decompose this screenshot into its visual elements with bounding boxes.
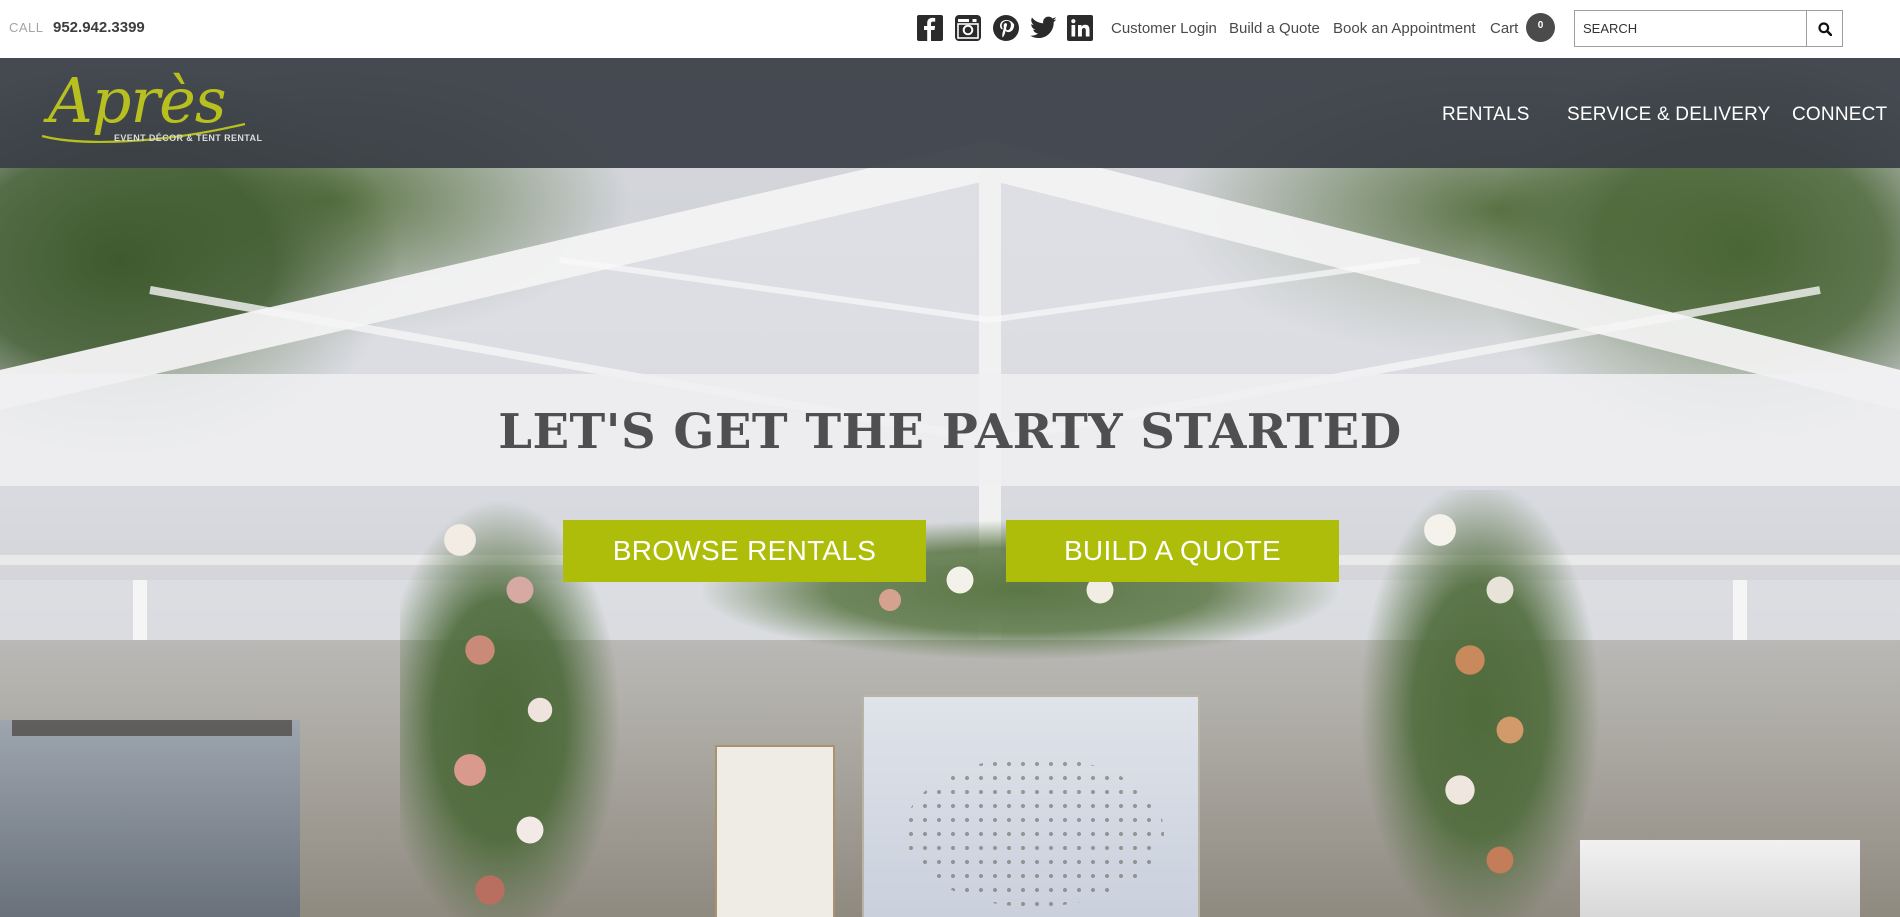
customer-login-link[interactable]: Customer Login — [1111, 20, 1217, 37]
brand-logo[interactable]: Après EVENT DÉCOR & TENT RENTAL — [40, 64, 262, 158]
cart-count-badge[interactable]: 0 — [1526, 13, 1555, 42]
photo-booth — [0, 720, 300, 917]
phone-number[interactable]: 952.942.3399 — [53, 19, 145, 36]
nav-service-delivery[interactable]: SERVICE & DELIVERY — [1567, 104, 1771, 126]
hero-headline: LET'S GET THE PARTY STARTED — [498, 404, 1402, 460]
build-quote-button[interactable]: BUILD A QUOTE — [1006, 520, 1339, 582]
seating-chart-board — [862, 695, 1200, 917]
browse-rentals-button[interactable]: BROWSE RENTALS — [563, 520, 926, 582]
search-button[interactable] — [1806, 11, 1842, 46]
facebook-icon[interactable] — [916, 14, 943, 41]
build-quote-link[interactable]: Build a Quote — [1229, 20, 1320, 37]
instagram-icon[interactable] — [954, 14, 981, 41]
floral-arch-right — [1320, 490, 1620, 917]
call-label: CALL — [9, 20, 44, 35]
cart-link[interactable]: Cart — [1490, 20, 1518, 37]
nav-connect[interactable]: CONNECT — [1792, 104, 1887, 126]
linkedin-icon[interactable] — [1066, 14, 1093, 41]
logo-tagline: EVENT DÉCOR & TENT RENTAL — [114, 133, 263, 143]
bar-counter — [1580, 840, 1860, 917]
nav-rentals[interactable]: RENTALS — [1442, 104, 1530, 126]
search-input[interactable] — [1575, 11, 1806, 46]
twitter-icon[interactable] — [1030, 14, 1057, 41]
pinterest-icon[interactable] — [992, 14, 1019, 41]
search-icon — [1817, 21, 1832, 36]
welcome-sign — [715, 745, 835, 917]
book-appointment-link[interactable]: Book an Appointment — [1333, 20, 1476, 37]
top-utility-bar: CALL 952.942.3399 Customer Login Build a… — [0, 0, 1900, 58]
search-box — [1574, 10, 1843, 47]
